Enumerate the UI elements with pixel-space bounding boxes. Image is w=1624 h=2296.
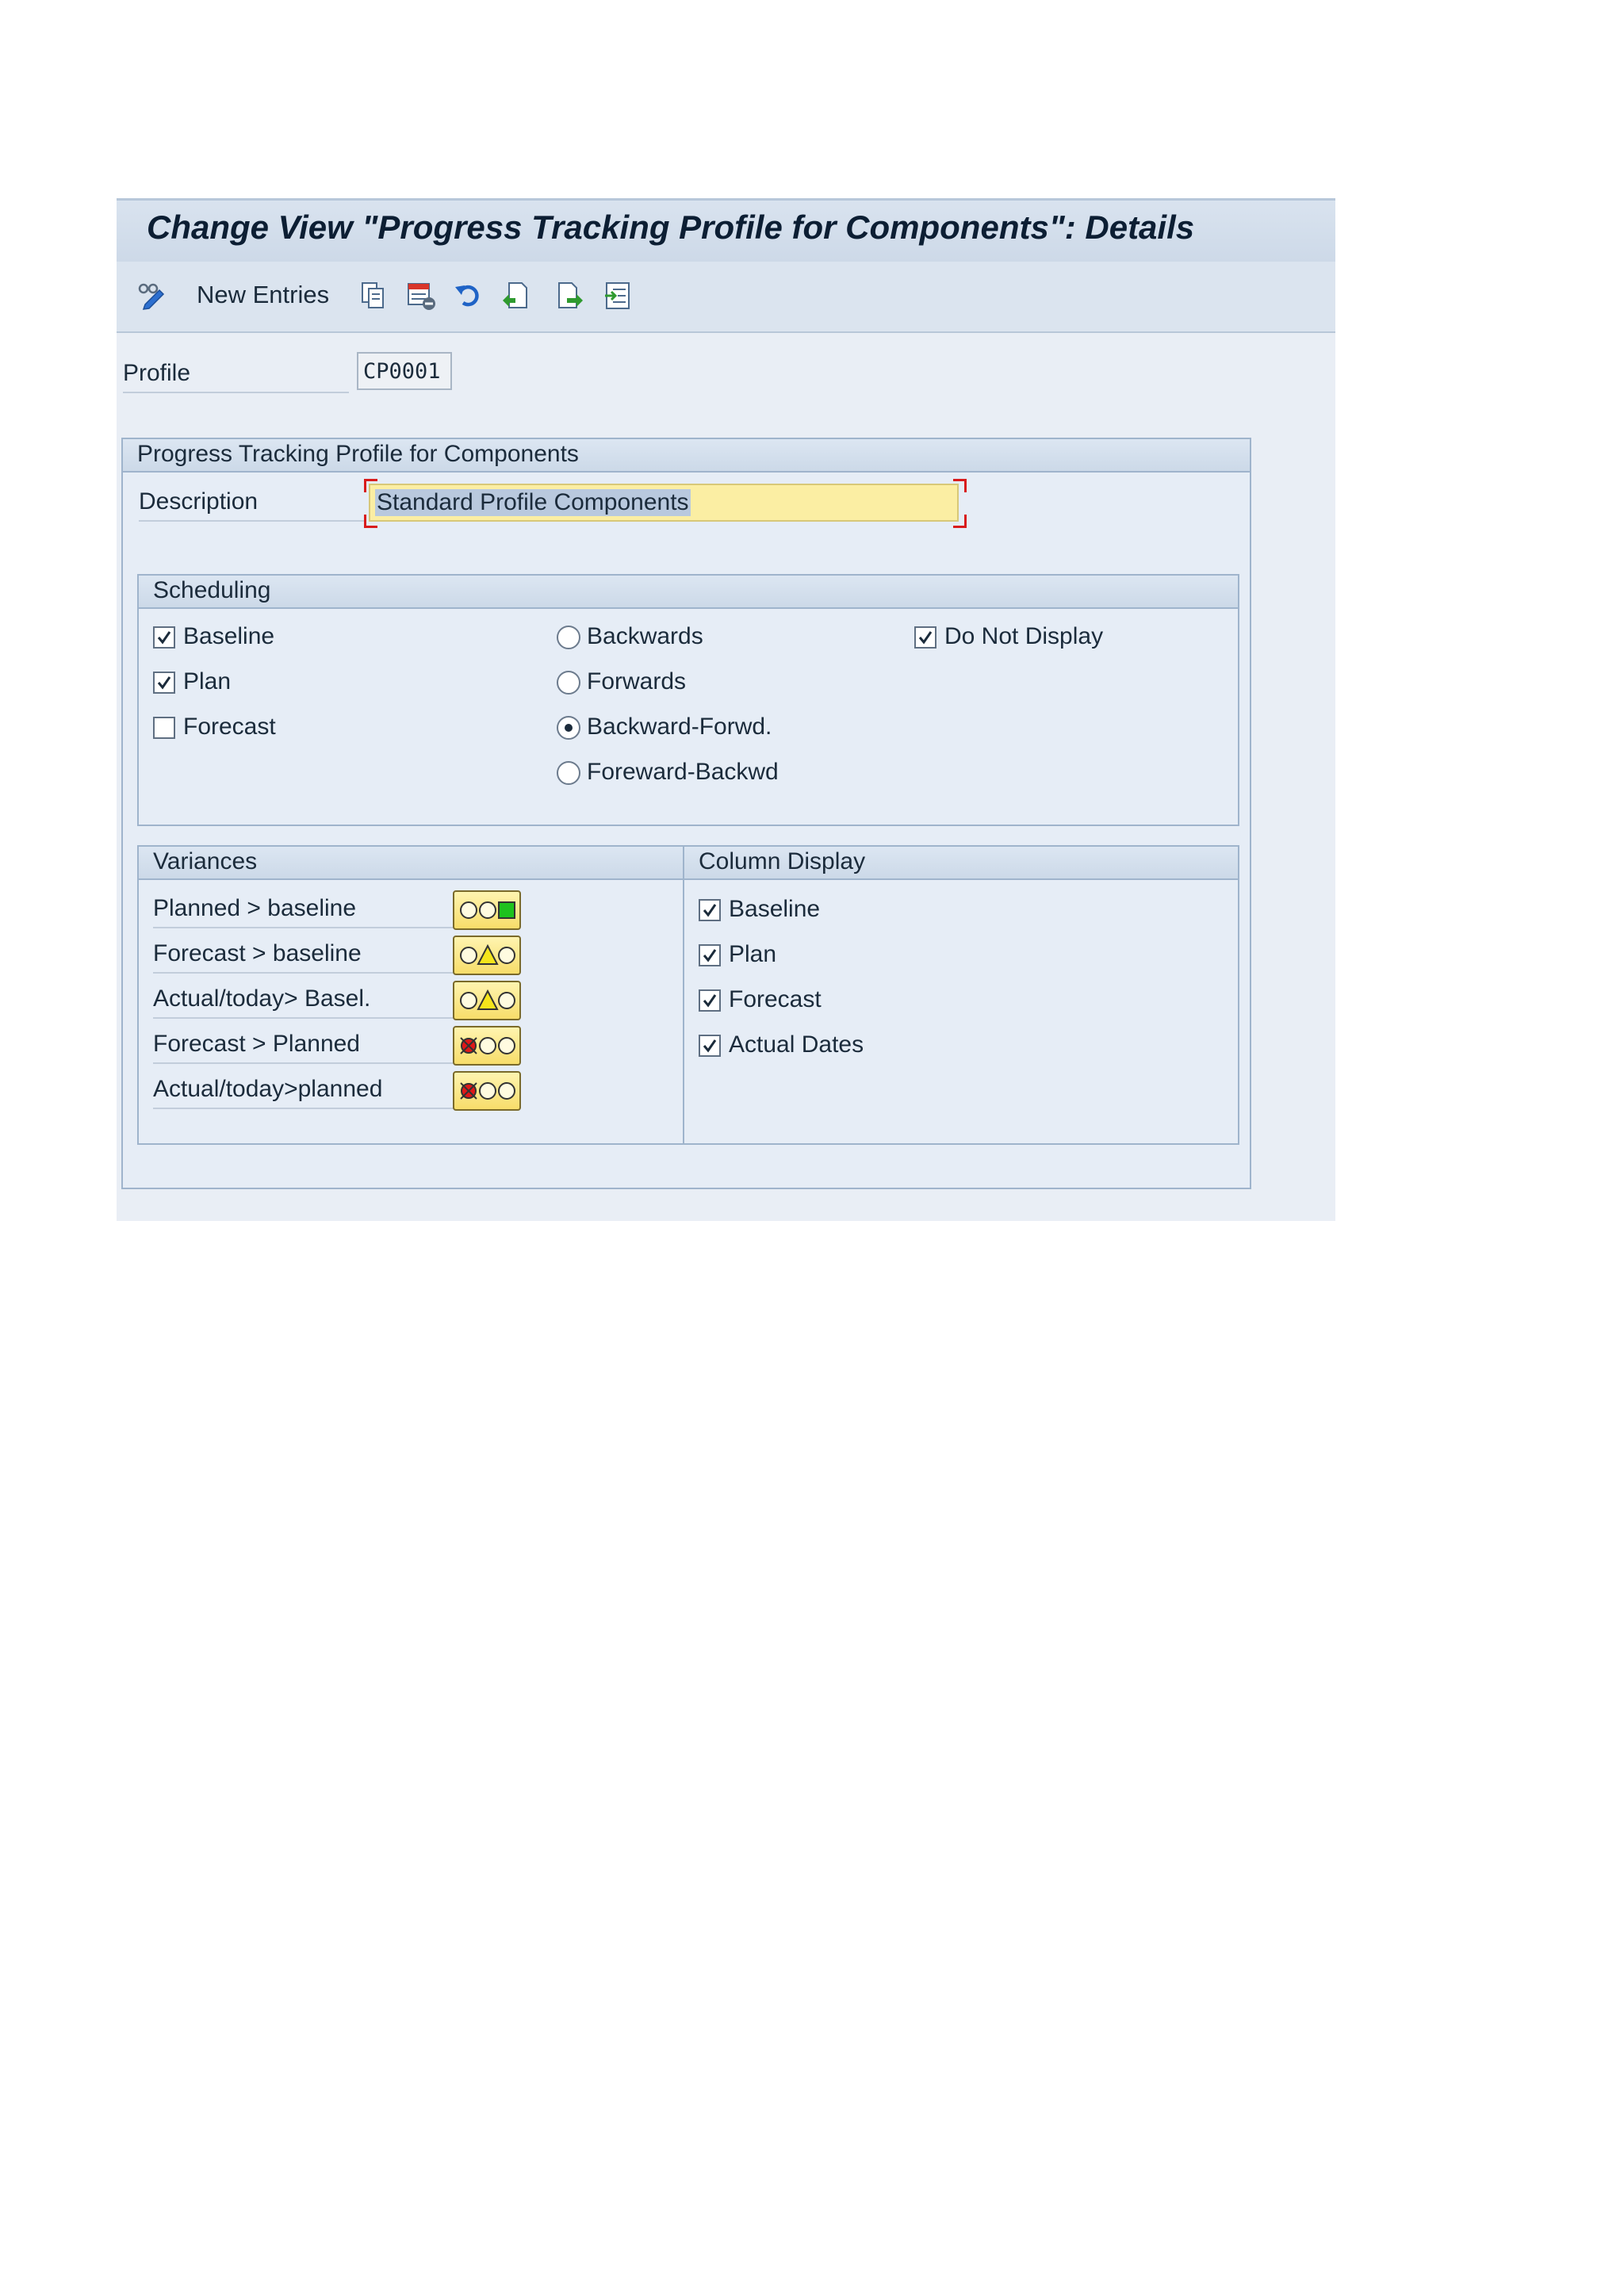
checkbox-box (153, 626, 175, 649)
application-toolbar: New Entries (117, 262, 1335, 333)
radio-circle (557, 671, 580, 695)
display-change-icon[interactable] (136, 279, 169, 312)
sap-window: Change View "Progress Tracking Profile f… (117, 198, 1335, 1221)
column-display-group: Column Display Baseline Plan Forecast Ac… (683, 845, 1239, 1145)
checkbox-box (153, 717, 175, 739)
scheduling-group-title: Scheduling (139, 576, 1238, 609)
radio-label: Foreward-Backwd (587, 759, 779, 785)
variance-row: Planned > baseline (153, 890, 522, 932)
traffic-light-green-icon (460, 901, 515, 919)
delete-icon[interactable] (404, 279, 438, 312)
variance-row: Forecast > Planned (153, 1026, 522, 1067)
checkbox-box (699, 899, 721, 921)
profile-row: Profile CP0001 (123, 349, 456, 396)
variance-label: Forecast > Planned (153, 1031, 454, 1064)
variance-row: Actual/today>planned (153, 1071, 522, 1112)
checkbox-label: Plan (183, 668, 232, 695)
description-value: Standard Profile Components (375, 489, 691, 516)
radio-label: Forwards (587, 668, 687, 695)
progress-tracking-group: Progress Tracking Profile for Components… (121, 438, 1251, 1189)
variance-row: Actual/today> Basel. (153, 981, 522, 1022)
checkbox-box (914, 626, 936, 649)
checkbox-box (699, 1035, 721, 1057)
description-field-wrap: Standard Profile Components (364, 479, 967, 528)
checkbox-label: Forecast (729, 986, 822, 1012)
traffic-light-red-icon (460, 1082, 515, 1100)
scheduling-group: Scheduling Baseline Plan Forecast Backwa… (137, 574, 1239, 826)
traffic-light-yellow-icon (460, 989, 515, 1010)
undo-icon[interactable] (452, 279, 485, 312)
radio-circle (557, 626, 580, 649)
description-label: Description (139, 488, 365, 522)
new-entries-button[interactable]: New Entries (197, 281, 329, 309)
variance-label: Actual/today>planned (153, 1076, 454, 1109)
radio-selected-dot (565, 724, 573, 732)
description-input[interactable]: Standard Profile Components (369, 484, 959, 522)
column-display-group-title: Column Display (684, 847, 1238, 880)
checkbox-box (699, 989, 721, 1012)
select-icon[interactable] (602, 279, 635, 312)
checkbox-label: Do Not Display (944, 623, 1104, 649)
checkbox-label: Actual Dates (729, 1031, 864, 1058)
checkbox-box (153, 672, 175, 694)
page-title: Change View "Progress Tracking Profile f… (147, 209, 1195, 246)
checkbox-label: Plan (729, 941, 777, 967)
traffic-light-yellow-button[interactable] (453, 936, 521, 975)
radio-circle (557, 716, 580, 740)
copy-as-icon[interactable] (357, 279, 390, 312)
checkbox-box (699, 944, 721, 966)
radio-label: Backward-Forwd. (587, 714, 772, 740)
checkbox-label: Baseline (729, 896, 821, 922)
variances-group: Variances Planned > baseline Forecast > … (137, 845, 684, 1145)
traffic-light-red-button[interactable] (453, 1026, 521, 1066)
profile-label: Profile (123, 360, 349, 393)
checkbox-label: Baseline (183, 623, 275, 649)
checkbox-label: Forecast (183, 714, 276, 740)
variance-label: Actual/today> Basel. (153, 985, 454, 1019)
radio-circle (557, 761, 580, 785)
variance-label: Planned > baseline (153, 895, 454, 928)
variance-row: Forecast > baseline (153, 936, 522, 977)
profile-field[interactable]: CP0001 (357, 352, 452, 390)
traffic-light-yellow-button[interactable] (453, 981, 521, 1020)
traffic-light-yellow-icon (460, 943, 515, 965)
next-entry-icon[interactable] (553, 279, 586, 312)
traffic-light-red-button[interactable] (453, 1071, 521, 1111)
traffic-light-green-button[interactable] (453, 890, 521, 930)
radio-label: Backwards (587, 623, 703, 649)
previous-entry-icon[interactable] (500, 279, 533, 312)
variances-group-title: Variances (139, 847, 684, 880)
traffic-light-red-icon (460, 1037, 515, 1054)
progress-tracking-group-title: Progress Tracking Profile for Components (123, 439, 1250, 473)
variance-label: Forecast > baseline (153, 940, 454, 974)
title-bar: Change View "Progress Tracking Profile f… (117, 198, 1335, 262)
